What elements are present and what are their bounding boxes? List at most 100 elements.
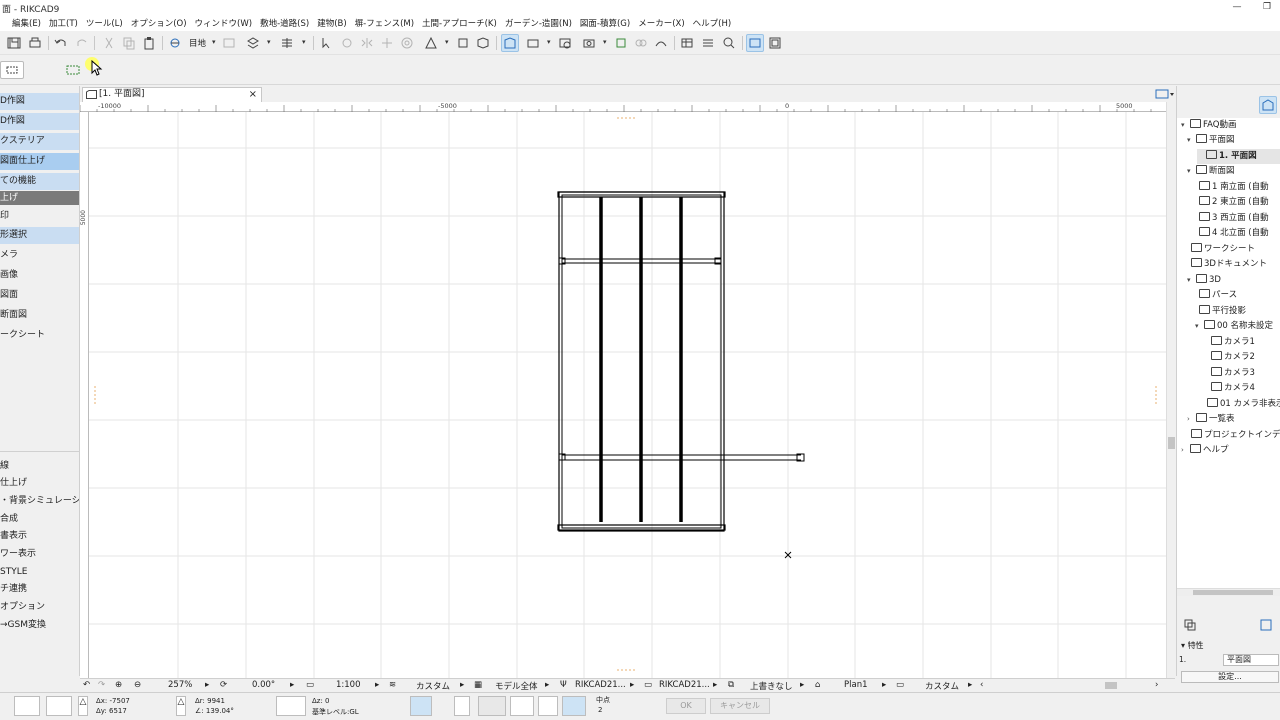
menu-building[interactable]: 建物(B) — [313, 17, 350, 29]
palette2-item-style[interactable]: STYLE — [0, 564, 79, 581]
palette-item-all-functions[interactable]: ての機能 — [0, 173, 79, 190]
structure-dropdown-icon[interactable]: ▸ — [968, 680, 972, 690]
clone-folder-icon[interactable] — [1181, 616, 1199, 634]
3d-window-icon[interactable] — [454, 34, 472, 52]
copy-icon[interactable] — [120, 34, 138, 52]
nav-item-floorplan-1[interactable]: 1. 平面図 — [1197, 149, 1280, 164]
undo-icon[interactable] — [52, 34, 70, 52]
palette2-item-options[interactable]: オプション — [0, 599, 79, 616]
menu-garden[interactable]: ガーデン-造園(N) — [501, 17, 576, 29]
hscroll-thumb[interactable] — [1105, 682, 1117, 689]
nav-item-camera-3[interactable]: カメラ3 — [1211, 366, 1255, 381]
palette2-item-link[interactable]: チ連携 — [0, 581, 79, 598]
palette-item-drawing[interactable]: 図面 — [0, 287, 79, 304]
palette2-item-document[interactable]: 書表示 — [0, 528, 79, 545]
structure-value[interactable]: カスタム — [925, 680, 959, 692]
nav-item-floorplans[interactable]: ▾ 平面図 — [1187, 133, 1235, 148]
elevation-icon[interactable] — [422, 34, 440, 52]
scroll-thumb[interactable] — [1168, 437, 1175, 449]
override-dropdown-icon[interactable]: ▸ — [800, 680, 804, 690]
nav-item-camera-2[interactable]: カメラ2 — [1211, 350, 1255, 365]
guide-lines-icon[interactable] — [478, 696, 506, 716]
palette-item-worksheet[interactable]: ークシート — [0, 327, 79, 344]
nav-item-camera-1[interactable]: カメラ1 — [1211, 335, 1255, 350]
nav-item-3d-document[interactable]: 3Dドキュメント — [1191, 257, 1267, 272]
line-type-icon[interactable] — [276, 696, 306, 716]
print-icon[interactable] — [26, 34, 44, 52]
navigator-hscrollbar[interactable] — [1177, 588, 1280, 596]
hscroll-left-icon[interactable]: ‹ — [980, 680, 983, 690]
hscroll-right-icon[interactable]: › — [1155, 680, 1158, 690]
snap-grid-icon[interactable] — [14, 696, 40, 716]
layer-set-value[interactable]: カスタム — [416, 680, 450, 692]
undo-zoom-icon[interactable]: ↶ — [83, 680, 90, 690]
pen-set-dropdown-icon[interactable]: ▸ — [630, 680, 634, 690]
override-value[interactable]: 上書きなし — [750, 680, 793, 692]
polar-icon[interactable]: △ — [176, 696, 186, 716]
palette2-item-finish[interactable]: 仕上げ — [0, 475, 79, 492]
nav-item-perspective[interactable]: パース — [1199, 288, 1237, 303]
canvas-vertical-scrollbar[interactable] — [1166, 102, 1175, 678]
ok-button[interactable]: OK — [666, 698, 706, 714]
menu-help[interactable]: ヘルプ(H) — [689, 17, 736, 29]
nav-item-camera-set[interactable]: ▾ 00 名称未設定 — [1195, 319, 1273, 334]
zoom-out-icon[interactable]: ⊖ — [134, 680, 141, 690]
minimize-button[interactable]: — — [1222, 0, 1252, 15]
floorplan-icon[interactable] — [501, 34, 519, 52]
angle-dropdown-icon[interactable]: ▸ — [290, 680, 294, 690]
table-icon[interactable] — [678, 34, 696, 52]
list-icon[interactable] — [699, 34, 717, 52]
maximize-button[interactable]: ❐ — [1252, 0, 1280, 15]
nav-item-schedules[interactable]: › 一覧表 — [1187, 412, 1235, 427]
snap-points-icon[interactable] — [510, 696, 534, 716]
section-icon[interactable] — [524, 34, 542, 52]
menu-edit[interactable]: 編集(E) — [8, 17, 45, 29]
nav-item-help[interactable]: › ヘルプ — [1181, 443, 1229, 458]
cut-icon[interactable] — [100, 34, 118, 52]
nav-item-worksheet[interactable]: ワークシート — [1191, 242, 1255, 257]
snap-mode-icon[interactable] — [562, 696, 586, 716]
menu-site-road[interactable]: 敷地-道路(S) — [256, 17, 313, 29]
zoom-dropdown-icon[interactable]: ▸ — [205, 680, 209, 690]
nav-item-south-elevation[interactable]: 1 南立面 (自動 — [1199, 180, 1269, 195]
palette2-item-gsm-convert[interactable]: →GSM変換 — [0, 617, 79, 634]
properties-name-field[interactable]: 平面図 — [1223, 654, 1279, 666]
menu-maker[interactable]: メーカー(X) — [634, 17, 688, 29]
grid-icon[interactable] — [278, 34, 296, 52]
palette2-item-line[interactable]: 線 — [0, 458, 79, 475]
nav-item-camera-4[interactable]: カメラ4 — [1211, 381, 1255, 396]
window-mode-icon[interactable] — [746, 34, 764, 52]
nav-item-west-elevation[interactable]: 3 西立面 (自動 — [1199, 211, 1269, 226]
dimension-value[interactable]: RIKCAD21... — [659, 680, 710, 690]
nav-item-sections[interactable]: ▾ 断面図 — [1187, 164, 1235, 179]
dimension-dropdown-icon[interactable]: ▸ — [713, 680, 717, 690]
3d-box-icon[interactable] — [474, 34, 492, 52]
plan-dropdown-icon[interactable]: ▸ — [882, 680, 886, 690]
drawing-canvas[interactable] — [89, 112, 1166, 678]
nav-item-parallel[interactable]: 平行投影 — [1199, 304, 1246, 319]
mirror-icon[interactable] — [358, 34, 376, 52]
menu-fence[interactable]: 塀-フェンス(M) — [351, 17, 418, 29]
layer-icon[interactable] — [244, 34, 262, 52]
tab-floor-plan[interactable]: [1. 平面図] × — [82, 87, 262, 102]
palette-item-section[interactable]: 断面図 — [0, 307, 79, 324]
cancel-button[interactable]: キャンセル — [710, 698, 770, 714]
model-view-value[interactable]: モデル全体 — [495, 680, 538, 692]
move-icon[interactable] — [378, 34, 396, 52]
menu-tools[interactable]: ツール(L) — [82, 17, 127, 29]
view-toggle-icon[interactable] — [166, 34, 184, 52]
paste-icon[interactable] — [140, 34, 158, 52]
palette2-item-composite[interactable]: 合成 — [0, 511, 79, 528]
redo-icon[interactable] — [73, 34, 91, 52]
window-tile-icon[interactable] — [766, 34, 784, 52]
camera-icon[interactable] — [580, 34, 598, 52]
palette-item-exterior[interactable]: クステリア — [0, 133, 79, 150]
menu-window[interactable]: ウィンドウ(W) — [191, 17, 257, 29]
nav-item-north-elevation[interactable]: 4 北立面 (自動 — [1199, 226, 1269, 241]
image-icon[interactable] — [220, 34, 238, 52]
zoom-in-icon[interactable]: ⊕ — [115, 680, 122, 690]
redo-zoom-icon[interactable]: ↷ — [98, 680, 105, 690]
palette-item-3d-draw[interactable]: D作図 — [0, 93, 79, 110]
pen-set-value[interactable]: RIKCAD21... — [575, 680, 626, 690]
marquee-dropdown[interactable] — [0, 61, 24, 79]
